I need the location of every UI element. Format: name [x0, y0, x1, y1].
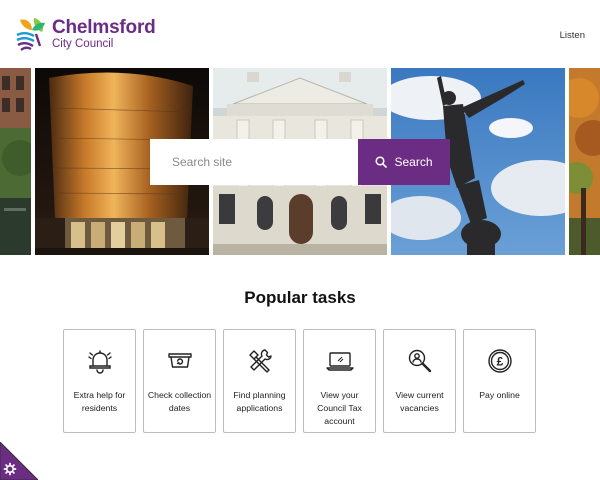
council-emblem-icon: [16, 18, 45, 51]
logo-subtitle: City Council: [52, 37, 114, 50]
listen-link[interactable]: Listen: [560, 30, 585, 41]
popular-tasks-heading: Popular tasks: [244, 288, 356, 307]
task-label: Pay online: [479, 390, 520, 400]
accessibility-settings-button[interactable]: [0, 441, 39, 480]
task-label: View your Council Tax account: [317, 390, 362, 426]
bell-icon: [86, 346, 114, 376]
logo-name: Chelmsford: [52, 16, 156, 38]
bin-icon: [166, 346, 194, 376]
site-search: Search: [150, 139, 450, 185]
task-label: Find planning applications: [233, 390, 286, 413]
task-card-council-tax[interactable]: View your Council Tax account: [303, 329, 376, 433]
search-button[interactable]: Search: [358, 139, 450, 185]
search-button-label: Search: [394, 155, 433, 169]
task-label: View current vacancies: [395, 390, 444, 413]
search-input[interactable]: [150, 139, 358, 185]
site-header: Chelmsford City Council Listen: [0, 0, 600, 68]
task-card-planning[interactable]: Find planning applications: [223, 329, 296, 433]
search-icon: [375, 156, 388, 168]
council-logo[interactable]: Chelmsford City Council: [14, 16, 156, 52]
magnifier-icon: [406, 346, 434, 376]
autumn-tree-photo: [569, 68, 600, 255]
building-photo: [0, 68, 31, 255]
tools-icon: [246, 346, 274, 376]
pound-coin-icon: £: [486, 346, 514, 376]
task-label: Check collection dates: [147, 390, 212, 413]
task-card-pay-online[interactable]: £ Pay online: [463, 329, 536, 433]
task-label: Extra help for residents: [73, 390, 126, 413]
task-card-extra-help[interactable]: Extra help for residents: [63, 329, 136, 433]
svg-text:£: £: [496, 355, 503, 369]
laptop-icon: [325, 346, 355, 376]
task-card-vacancies[interactable]: View current vacancies: [383, 329, 456, 433]
task-card-collection-dates[interactable]: Check collection dates: [143, 329, 216, 433]
hero-banner: Search: [0, 68, 600, 255]
popular-tasks-list: Extra help for residents Check collectio…: [63, 329, 536, 433]
